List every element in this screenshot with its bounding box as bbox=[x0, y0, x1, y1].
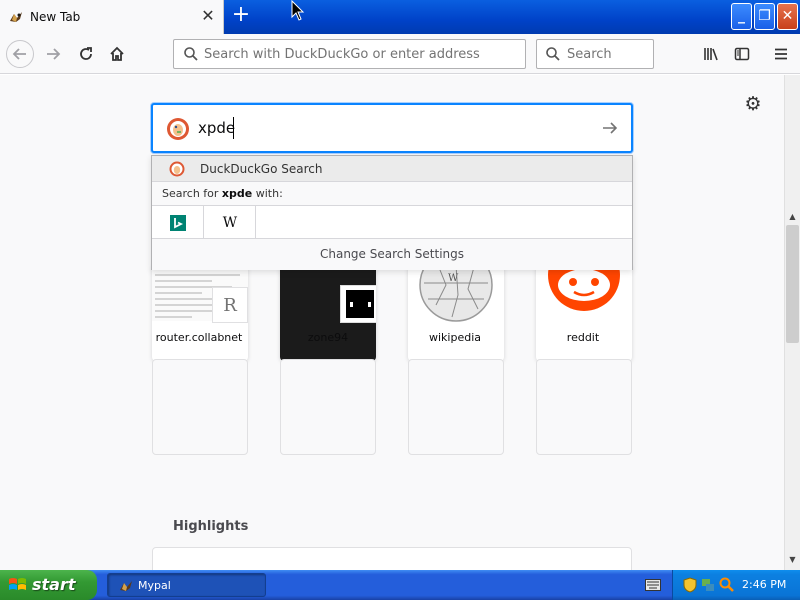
settings-gear-icon[interactable]: ⚙ bbox=[742, 93, 764, 115]
site-badge: R bbox=[212, 287, 248, 323]
wikipedia-icon: W bbox=[222, 215, 238, 231]
bing-engine-button[interactable] bbox=[152, 206, 204, 239]
keyboard-icon[interactable] bbox=[645, 578, 661, 592]
top-site-tile[interactable]: W bbox=[408, 265, 504, 361]
maximize-button[interactable]: ❐ bbox=[754, 3, 775, 30]
new-tab-button[interactable]: + bbox=[230, 4, 252, 27]
one-off-engines: W bbox=[152, 206, 632, 239]
search-for-suffix: with: bbox=[252, 187, 283, 200]
search-tray-icon[interactable] bbox=[719, 577, 735, 593]
start-button[interactable]: start bbox=[0, 570, 97, 600]
duckduckgo-icon bbox=[169, 161, 185, 177]
mypal-icon bbox=[120, 581, 132, 591]
library-icon bbox=[704, 48, 718, 61]
mypal-icon bbox=[10, 12, 22, 22]
reload-icon bbox=[80, 47, 92, 60]
top-site-label: reddit bbox=[566, 331, 600, 344]
start-label: start bbox=[32, 575, 76, 594]
minimize-button[interactable]: _ bbox=[731, 3, 752, 30]
system-tray: 2:46 PM bbox=[672, 570, 800, 600]
back-button[interactable] bbox=[6, 40, 34, 68]
duckduckgo-search-option[interactable]: DuckDuckGo Search bbox=[152, 156, 632, 182]
taskbar-window-mypal[interactable]: Mypal bbox=[107, 573, 266, 597]
search-bar[interactable] bbox=[536, 39, 654, 69]
top-site-tile[interactable]: R bbox=[152, 265, 248, 361]
change-search-settings-button[interactable]: Change Search Settings bbox=[152, 239, 632, 270]
top-site-empty-slot bbox=[152, 359, 248, 455]
top-site-tile[interactable] bbox=[280, 265, 376, 361]
text-caret bbox=[233, 117, 234, 139]
close-window-button[interactable]: ✕ bbox=[777, 3, 798, 30]
top-site-empty-slot bbox=[408, 359, 504, 455]
search-icon bbox=[184, 47, 198, 61]
taskbar-window-label: Mypal bbox=[138, 579, 171, 592]
top-site-empty-slot bbox=[536, 359, 632, 455]
top-site-label: zone94 bbox=[307, 331, 349, 344]
scroll-thumb[interactable] bbox=[786, 225, 799, 343]
hamburger-menu-icon bbox=[775, 48, 787, 60]
reddit-icon bbox=[548, 265, 620, 311]
newtab-search-value: xpde bbox=[198, 119, 236, 137]
taskbar: start Mypal 2:46 PM bbox=[0, 570, 800, 600]
back-arrow-icon bbox=[12, 48, 26, 60]
security-shield-icon[interactable] bbox=[683, 577, 697, 593]
scroll-down-arrow-icon[interactable]: ▼ bbox=[785, 553, 800, 567]
top-site-tile[interactable] bbox=[536, 265, 632, 361]
search-for-prefix: Search for bbox=[162, 187, 222, 200]
duckduckgo-icon bbox=[167, 118, 189, 140]
navigation-toolbar bbox=[0, 34, 800, 74]
home-icon bbox=[110, 46, 124, 61]
top-site-empty-slot bbox=[280, 359, 376, 455]
forward-button[interactable] bbox=[39, 40, 67, 68]
scroll-up-arrow-icon[interactable]: ▲ bbox=[785, 210, 800, 224]
search-for-header: Search for xpde with: bbox=[152, 182, 632, 206]
highlights-card bbox=[152, 547, 632, 570]
sidebar-button[interactable] bbox=[728, 40, 756, 68]
windows-flag-icon bbox=[9, 578, 26, 590]
tab-strip: New Tab ✕ + _ ❐ ✕ bbox=[0, 0, 800, 34]
wikipedia-engine-button[interactable]: W bbox=[204, 206, 256, 239]
search-suggestion-popup: DuckDuckGo Search Search for xpde with: … bbox=[151, 155, 633, 270]
site-icon-frame bbox=[340, 285, 376, 323]
tab-new-tab[interactable]: New Tab ✕ bbox=[0, 0, 224, 34]
tab-title: New Tab bbox=[30, 10, 81, 24]
home-button[interactable] bbox=[103, 40, 131, 68]
url-input[interactable] bbox=[204, 44, 514, 64]
newtab-search-box[interactable]: xpde bbox=[151, 103, 633, 153]
mouse-cursor-icon bbox=[291, 0, 305, 21]
top-site-label: router.collabnet bbox=[155, 331, 243, 344]
clock: 2:46 PM bbox=[742, 578, 787, 591]
highlights-heading: Highlights bbox=[173, 519, 249, 534]
search-go-arrow-icon[interactable] bbox=[599, 117, 621, 139]
search-term: xpde bbox=[221, 187, 253, 200]
top-site-label: wikipedia bbox=[428, 331, 481, 344]
bing-icon bbox=[170, 215, 186, 231]
zone94-icon bbox=[346, 290, 374, 318]
tab-close-icon[interactable]: ✕ bbox=[199, 7, 217, 25]
network-icon[interactable] bbox=[701, 577, 715, 593]
search-input[interactable] bbox=[567, 44, 647, 64]
library-button[interactable] bbox=[697, 40, 725, 68]
vertical-scrollbar[interactable]: ▲ ▼ bbox=[784, 75, 800, 570]
sidebar-icon bbox=[734, 47, 750, 61]
wikipedia-globe-icon: W bbox=[419, 265, 493, 322]
svg-text:W: W bbox=[448, 273, 459, 284]
forward-arrow-icon bbox=[47, 48, 61, 60]
menu-button[interactable] bbox=[767, 40, 795, 68]
search-icon bbox=[546, 47, 560, 61]
url-bar[interactable] bbox=[173, 39, 526, 69]
reload-button[interactable] bbox=[72, 40, 100, 68]
engine-label: DuckDuckGo Search bbox=[200, 162, 323, 176]
